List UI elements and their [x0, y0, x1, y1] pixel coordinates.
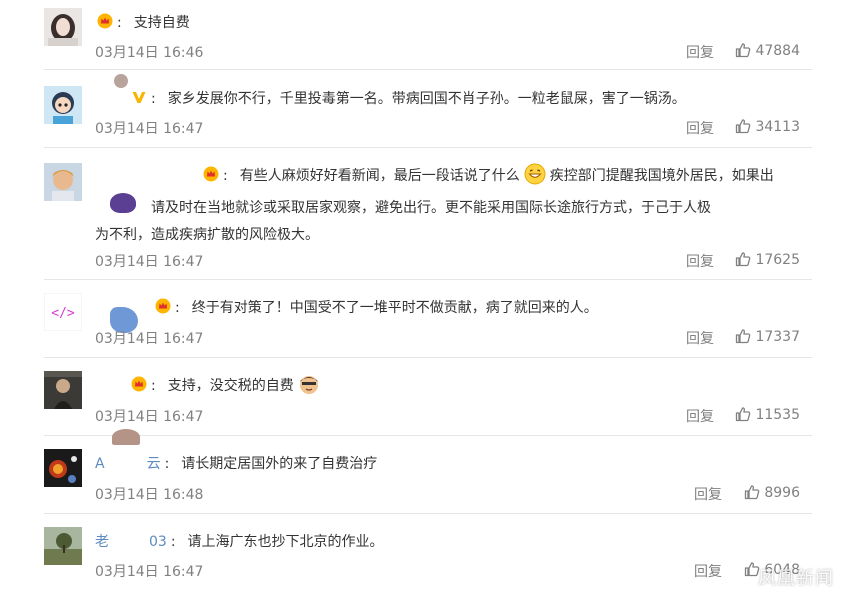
svg-text:</>: </> [51, 306, 75, 321]
comment-text: 终于有对策了！中国受不了一堆平时不做贡献，病了就回来的人。 [191, 300, 598, 316]
avatar[interactable] [44, 8, 82, 46]
comment-list: : 支持自费 03月14日 16:46 回复 47884 : 家乡发展你不行，千… [0, 0, 846, 604]
comment-text-line: 为不利，造成疾病扩散的风险极大。 [95, 227, 319, 243]
comment-body: : 支持自费 [95, 10, 812, 39]
crown-badge-icon [203, 165, 219, 192]
comment-meta: 03月14日 16:47 回复 11535 [95, 406, 812, 426]
timestamp: 03月14日 16:47 [95, 331, 204, 347]
comment-text: 请长期定居国外的来了自费治疗 [181, 456, 378, 472]
comment-meta: 03月14日 16:47 回复 34113 [95, 118, 812, 138]
thumbs-up-icon [736, 329, 751, 344]
timestamp: 03月14日 16:47 [95, 409, 204, 425]
like-count: 11535 [755, 407, 800, 423]
reply-button[interactable]: 回复 [686, 118, 714, 138]
timestamp: 03月14日 16:47 [95, 254, 204, 270]
watermark: 凤凰新闻 [758, 568, 834, 589]
reply-button[interactable]: 回复 [686, 251, 714, 271]
reply-button[interactable]: 回复 [694, 561, 722, 581]
like-count: 34113 [755, 119, 800, 135]
username[interactable]: A [95, 456, 105, 472]
comment-text-line: 请及时在当地就诊或采取居家观察，避免出行。更不能采用国际长途旅行方式，于己于人极 [151, 200, 711, 216]
comment-body: : 有些人麻烦好好看新闻，最后一段话说了什么 疾控部门提醒我国境外居民，如果出 请及… [95, 163, 812, 249]
like-button[interactable]: 17625 [735, 251, 800, 268]
thumbs-up-icon [745, 485, 760, 500]
like-button[interactable]: 47884 [735, 42, 800, 59]
avatar[interactable] [44, 163, 82, 201]
thumbs-up-icon [736, 407, 751, 422]
face-emoji-icon [298, 373, 320, 405]
like-button[interactable]: 34113 [735, 118, 800, 135]
comment-item: </> : 终于有对策了！中国受不了一堆平时不做贡献，病了就回来的人。 03月14… [44, 285, 812, 358]
avatar[interactable]: </> [44, 293, 82, 331]
comment-meta: 03月14日 16:46 回复 47884 [95, 42, 812, 62]
like-count: 17337 [755, 329, 800, 345]
comment-item: 老 03: 请上海广东也抄下北京的作业。 03月14日 16:47 回复 6048 [44, 519, 812, 604]
vip-v-icon [131, 88, 147, 115]
like-button[interactable]: 17337 [735, 328, 800, 345]
crown-badge-icon [155, 297, 171, 324]
comment-text: 家乡发展你不行，千里投毒第一名。带病回国不肖子孙。一粒老鼠屎，害了一锅汤。 [167, 91, 686, 107]
like-count: 17625 [755, 252, 800, 268]
timestamp: 03月14日 16:47 [95, 121, 204, 137]
reply-button[interactable]: 回复 [694, 484, 722, 504]
reply-button[interactable]: 回复 [686, 328, 714, 348]
comment-text: 支持自费 [133, 15, 190, 31]
like-button[interactable]: 11535 [735, 406, 800, 423]
timestamp: 03月14日 16:47 [95, 564, 204, 580]
comment-item: : 有些人麻烦好好看新闻，最后一段话说了什么 疾控部门提醒我国境外居民，如果出 请及… [44, 155, 812, 280]
comment-meta: 03月14日 16:47 回复 17625 [95, 251, 812, 271]
avatar[interactable] [44, 371, 82, 409]
comment-text: 支持，没交税的自费 [167, 378, 294, 394]
avatar[interactable] [44, 449, 82, 487]
avatar[interactable] [44, 86, 82, 124]
timestamp: 03月14日 16:48 [95, 487, 204, 503]
comment-body: A 云: 请长期定居国外的来了自费治疗 [95, 456, 378, 472]
username-suffix: 云 [146, 456, 161, 472]
like-count: 8996 [764, 485, 800, 501]
comment-meta: 03月14日 16:48 回复 8996 [95, 484, 812, 504]
avatar[interactable] [44, 527, 82, 565]
comment-body: : 家乡发展你不行，千里投毒第一名。带病回国不肖子孙。一粒老鼠屎，害了一锅汤。 [95, 86, 812, 115]
comment-body: : 终于有对策了！中国受不了一堆平时不做贡献，病了就回来的人。 [95, 295, 812, 324]
comment-item: : 家乡发展你不行，千里投毒第一名。带病回国不肖子孙。一粒老鼠屎，害了一锅汤。 0… [44, 74, 812, 148]
comment-body: : 支持，没交税的自费 [95, 373, 812, 405]
comment-text-continued: 疾控部门提醒我国境外居民，如果出 [549, 168, 774, 184]
comment-item: A 云: 请长期定居国外的来了自费治疗 03月14日 16:48 回复 8996 [44, 441, 812, 514]
comment-item: : 支持，没交税的自费 03月14日 16:47 回复 11535 [44, 363, 812, 445]
thumbs-up-icon [736, 252, 751, 267]
reply-button[interactable]: 回复 [686, 406, 714, 426]
comment-meta: 03月14日 16:47 回复 17337 [95, 328, 812, 348]
grinning-emoji-icon [524, 163, 546, 195]
username-prefix: 老 [95, 534, 109, 550]
crown-badge-icon [131, 375, 147, 402]
username[interactable]: 03 [149, 534, 167, 550]
comment-text: 请上海广东也抄下北京的作业。 [187, 534, 384, 550]
reply-button[interactable]: 回复 [686, 42, 714, 62]
like-button[interactable]: 8996 [744, 484, 800, 501]
comment-meta: 03月14日 16:47 回复 6048 [95, 561, 812, 581]
crown-badge-icon [97, 12, 113, 39]
comment-text: 有些人麻烦好好看新闻，最后一段话说了什么 [239, 168, 520, 184]
thumbs-up-icon [736, 43, 751, 58]
like-count: 47884 [755, 43, 800, 59]
timestamp: 03月14日 16:46 [95, 45, 204, 61]
thumbs-up-icon [736, 119, 751, 134]
comment-body: 老 03: 请上海广东也抄下北京的作业。 [95, 534, 384, 550]
comment-item: : 支持自费 03月14日 16:46 回复 47884 [44, 0, 812, 70]
